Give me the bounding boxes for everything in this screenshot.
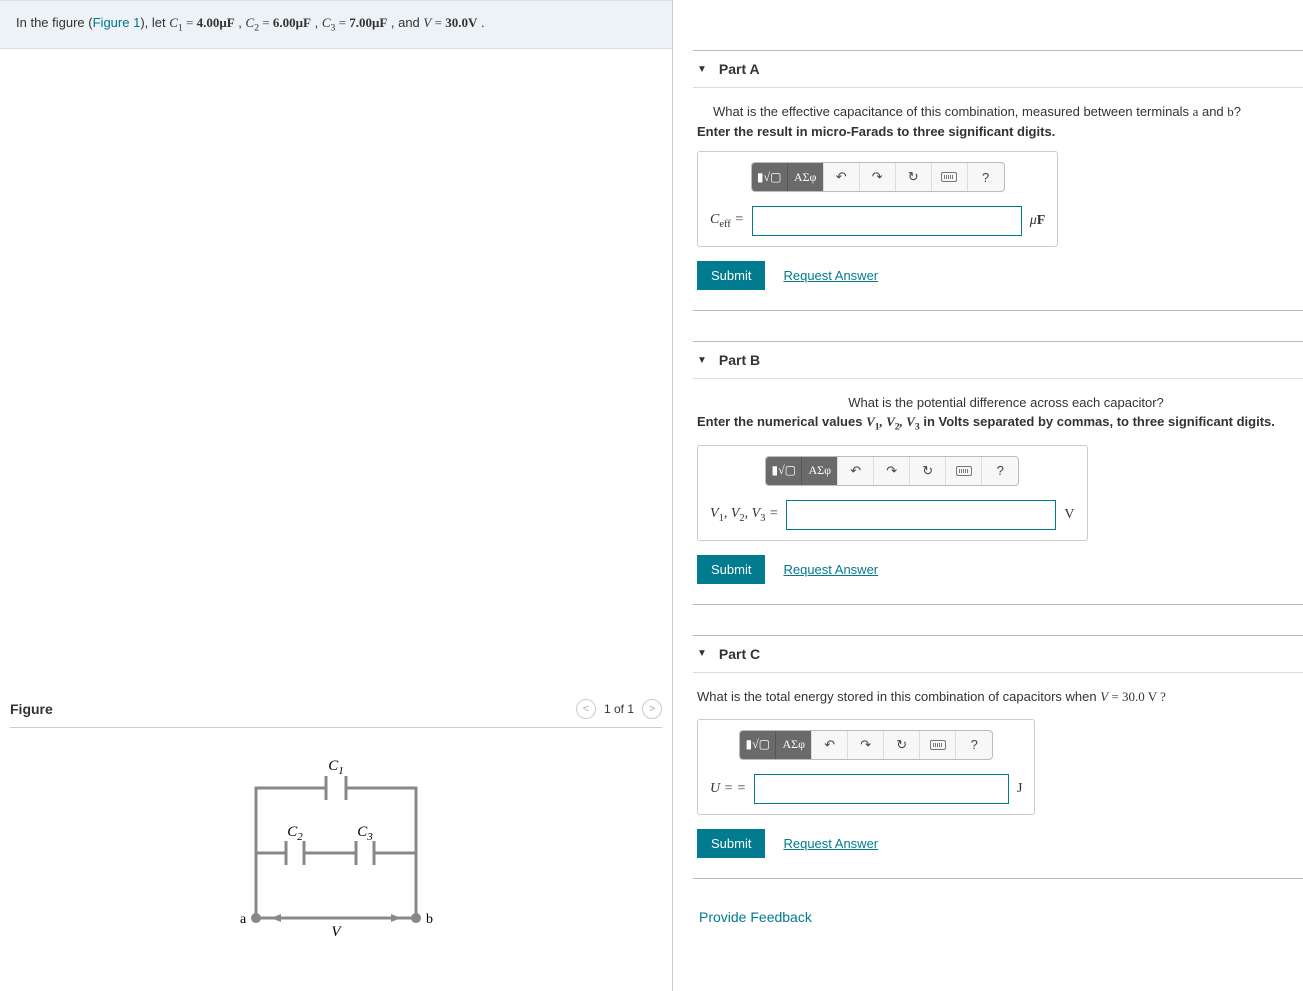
part-b-header[interactable]: ▼ Part B: [693, 342, 1303, 379]
answer-toolbar: ▮√▢ ΑΣφ ↶ ↷ ↻ ?: [751, 162, 1005, 192]
template-tool-button[interactable]: ▮√▢: [766, 456, 802, 486]
part-b-title: Part B: [719, 352, 760, 368]
part-a-label: Ceff =: [710, 212, 744, 230]
greek-tool-button[interactable]: ΑΣφ: [776, 730, 812, 760]
caret-down-icon: ▼: [697, 355, 707, 366]
svg-text:C2: C2: [287, 824, 303, 843]
part-b-instruction: Enter the numerical values V1, V2, V3 in…: [697, 414, 1299, 433]
part-a-input[interactable]: [752, 206, 1022, 236]
part-b-label: V1, V2, V3 =: [710, 506, 778, 524]
part-c-unit: J: [1017, 781, 1022, 797]
svg-text:C3: C3: [357, 824, 373, 843]
part-a: ▼ Part A What is the effective capacitan…: [693, 50, 1303, 311]
part-a-submit-button[interactable]: Submit: [697, 261, 765, 290]
figure-title: Figure: [10, 701, 53, 717]
part-b-request-answer-link[interactable]: Request Answer: [783, 562, 878, 577]
keyboard-icon: [956, 466, 972, 476]
part-b-question: What is the potential difference across …: [697, 395, 1299, 410]
redo-button[interactable]: ↷: [860, 162, 896, 192]
part-a-header[interactable]: ▼ Part A: [693, 51, 1303, 88]
left-pane: In the figure (Figure 1), let C1 = 4.00μ…: [0, 0, 673, 991]
undo-button[interactable]: ↶: [838, 456, 874, 486]
part-a-instruction: Enter the result in micro-Farads to thre…: [697, 124, 1299, 139]
part-a-request-answer-link[interactable]: Request Answer: [783, 268, 878, 283]
figure-next-button[interactable]: >: [642, 699, 662, 719]
part-c-header[interactable]: ▼ Part C: [693, 636, 1303, 673]
part-c: ▼ Part C What is the total energy stored…: [693, 635, 1303, 879]
keyboard-button[interactable]: [932, 162, 968, 192]
redo-button[interactable]: ↷: [874, 456, 910, 486]
answer-toolbar: ▮√▢ ΑΣφ ↶ ↷ ↻ ?: [739, 730, 993, 760]
keyboard-icon: [941, 172, 957, 182]
keyboard-icon: [930, 740, 946, 750]
svg-text:V: V: [331, 924, 342, 940]
template-tool-button[interactable]: ▮√▢: [752, 162, 788, 192]
reset-button[interactable]: ↻: [896, 162, 932, 192]
keyboard-button[interactable]: [920, 730, 956, 760]
right-pane: ▼ Part A What is the effective capacitan…: [673, 0, 1303, 991]
part-c-submit-button[interactable]: Submit: [697, 829, 765, 858]
svg-text:a: a: [240, 912, 247, 927]
help-button[interactable]: ?: [968, 162, 1004, 192]
template-tool-button[interactable]: ▮√▢: [740, 730, 776, 760]
answer-toolbar: ▮√▢ ΑΣφ ↶ ↷ ↻ ?: [765, 456, 1019, 486]
svg-text:b: b: [426, 912, 433, 927]
provide-feedback-link[interactable]: Provide Feedback: [693, 909, 1303, 925]
part-b-unit: V: [1064, 507, 1074, 523]
figure-pager-text: 1 of 1: [604, 702, 634, 716]
figure-prev-button[interactable]: <: [576, 699, 596, 719]
problem-statement: In the figure (Figure 1), let C1 = 4.00μ…: [0, 0, 672, 49]
caret-down-icon: ▼: [697, 648, 707, 659]
part-a-answer-box: ▮√▢ ΑΣφ ↶ ↷ ↻ ? Ceff = μF: [697, 151, 1058, 247]
greek-tool-button[interactable]: ΑΣφ: [788, 162, 824, 192]
part-a-unit: μF: [1030, 213, 1046, 229]
part-c-answer-box: ▮√▢ ΑΣφ ↶ ↷ ↻ ? U = = J: [697, 719, 1035, 815]
part-c-question: What is the total energy stored in this …: [697, 689, 1299, 705]
part-b-input[interactable]: [786, 500, 1056, 530]
undo-button[interactable]: ↶: [812, 730, 848, 760]
part-a-question: What is the effective capacitance of thi…: [697, 104, 1299, 120]
redo-button[interactable]: ↷: [848, 730, 884, 760]
part-a-title: Part A: [719, 61, 760, 77]
figure-pager: < 1 of 1 >: [576, 699, 662, 719]
part-c-request-answer-link[interactable]: Request Answer: [783, 836, 878, 851]
help-button[interactable]: ?: [982, 456, 1018, 486]
reset-button[interactable]: ↻: [910, 456, 946, 486]
reset-button[interactable]: ↻: [884, 730, 920, 760]
part-b-submit-button[interactable]: Submit: [697, 555, 765, 584]
part-b-answer-box: ▮√▢ ΑΣφ ↶ ↷ ↻ ? V1, V2, V3 = V: [697, 445, 1088, 541]
problem-prefix: In the figure (: [16, 15, 93, 30]
part-c-input[interactable]: [754, 774, 1009, 804]
caret-down-icon: ▼: [697, 64, 707, 75]
help-button[interactable]: ?: [956, 730, 992, 760]
figure-section: Figure < 1 of 1 >: [0, 699, 672, 991]
circuit-diagram: C1 C2 C3 a b V: [10, 728, 662, 991]
undo-button[interactable]: ↶: [824, 162, 860, 192]
svg-text:C1: C1: [328, 758, 344, 777]
keyboard-button[interactable]: [946, 456, 982, 486]
figure-link[interactable]: Figure 1: [93, 15, 141, 30]
part-c-title: Part C: [719, 646, 760, 662]
part-b: ▼ Part B What is the potential differenc…: [693, 341, 1303, 605]
part-c-label: U = =: [710, 781, 746, 797]
greek-tool-button[interactable]: ΑΣφ: [802, 456, 838, 486]
